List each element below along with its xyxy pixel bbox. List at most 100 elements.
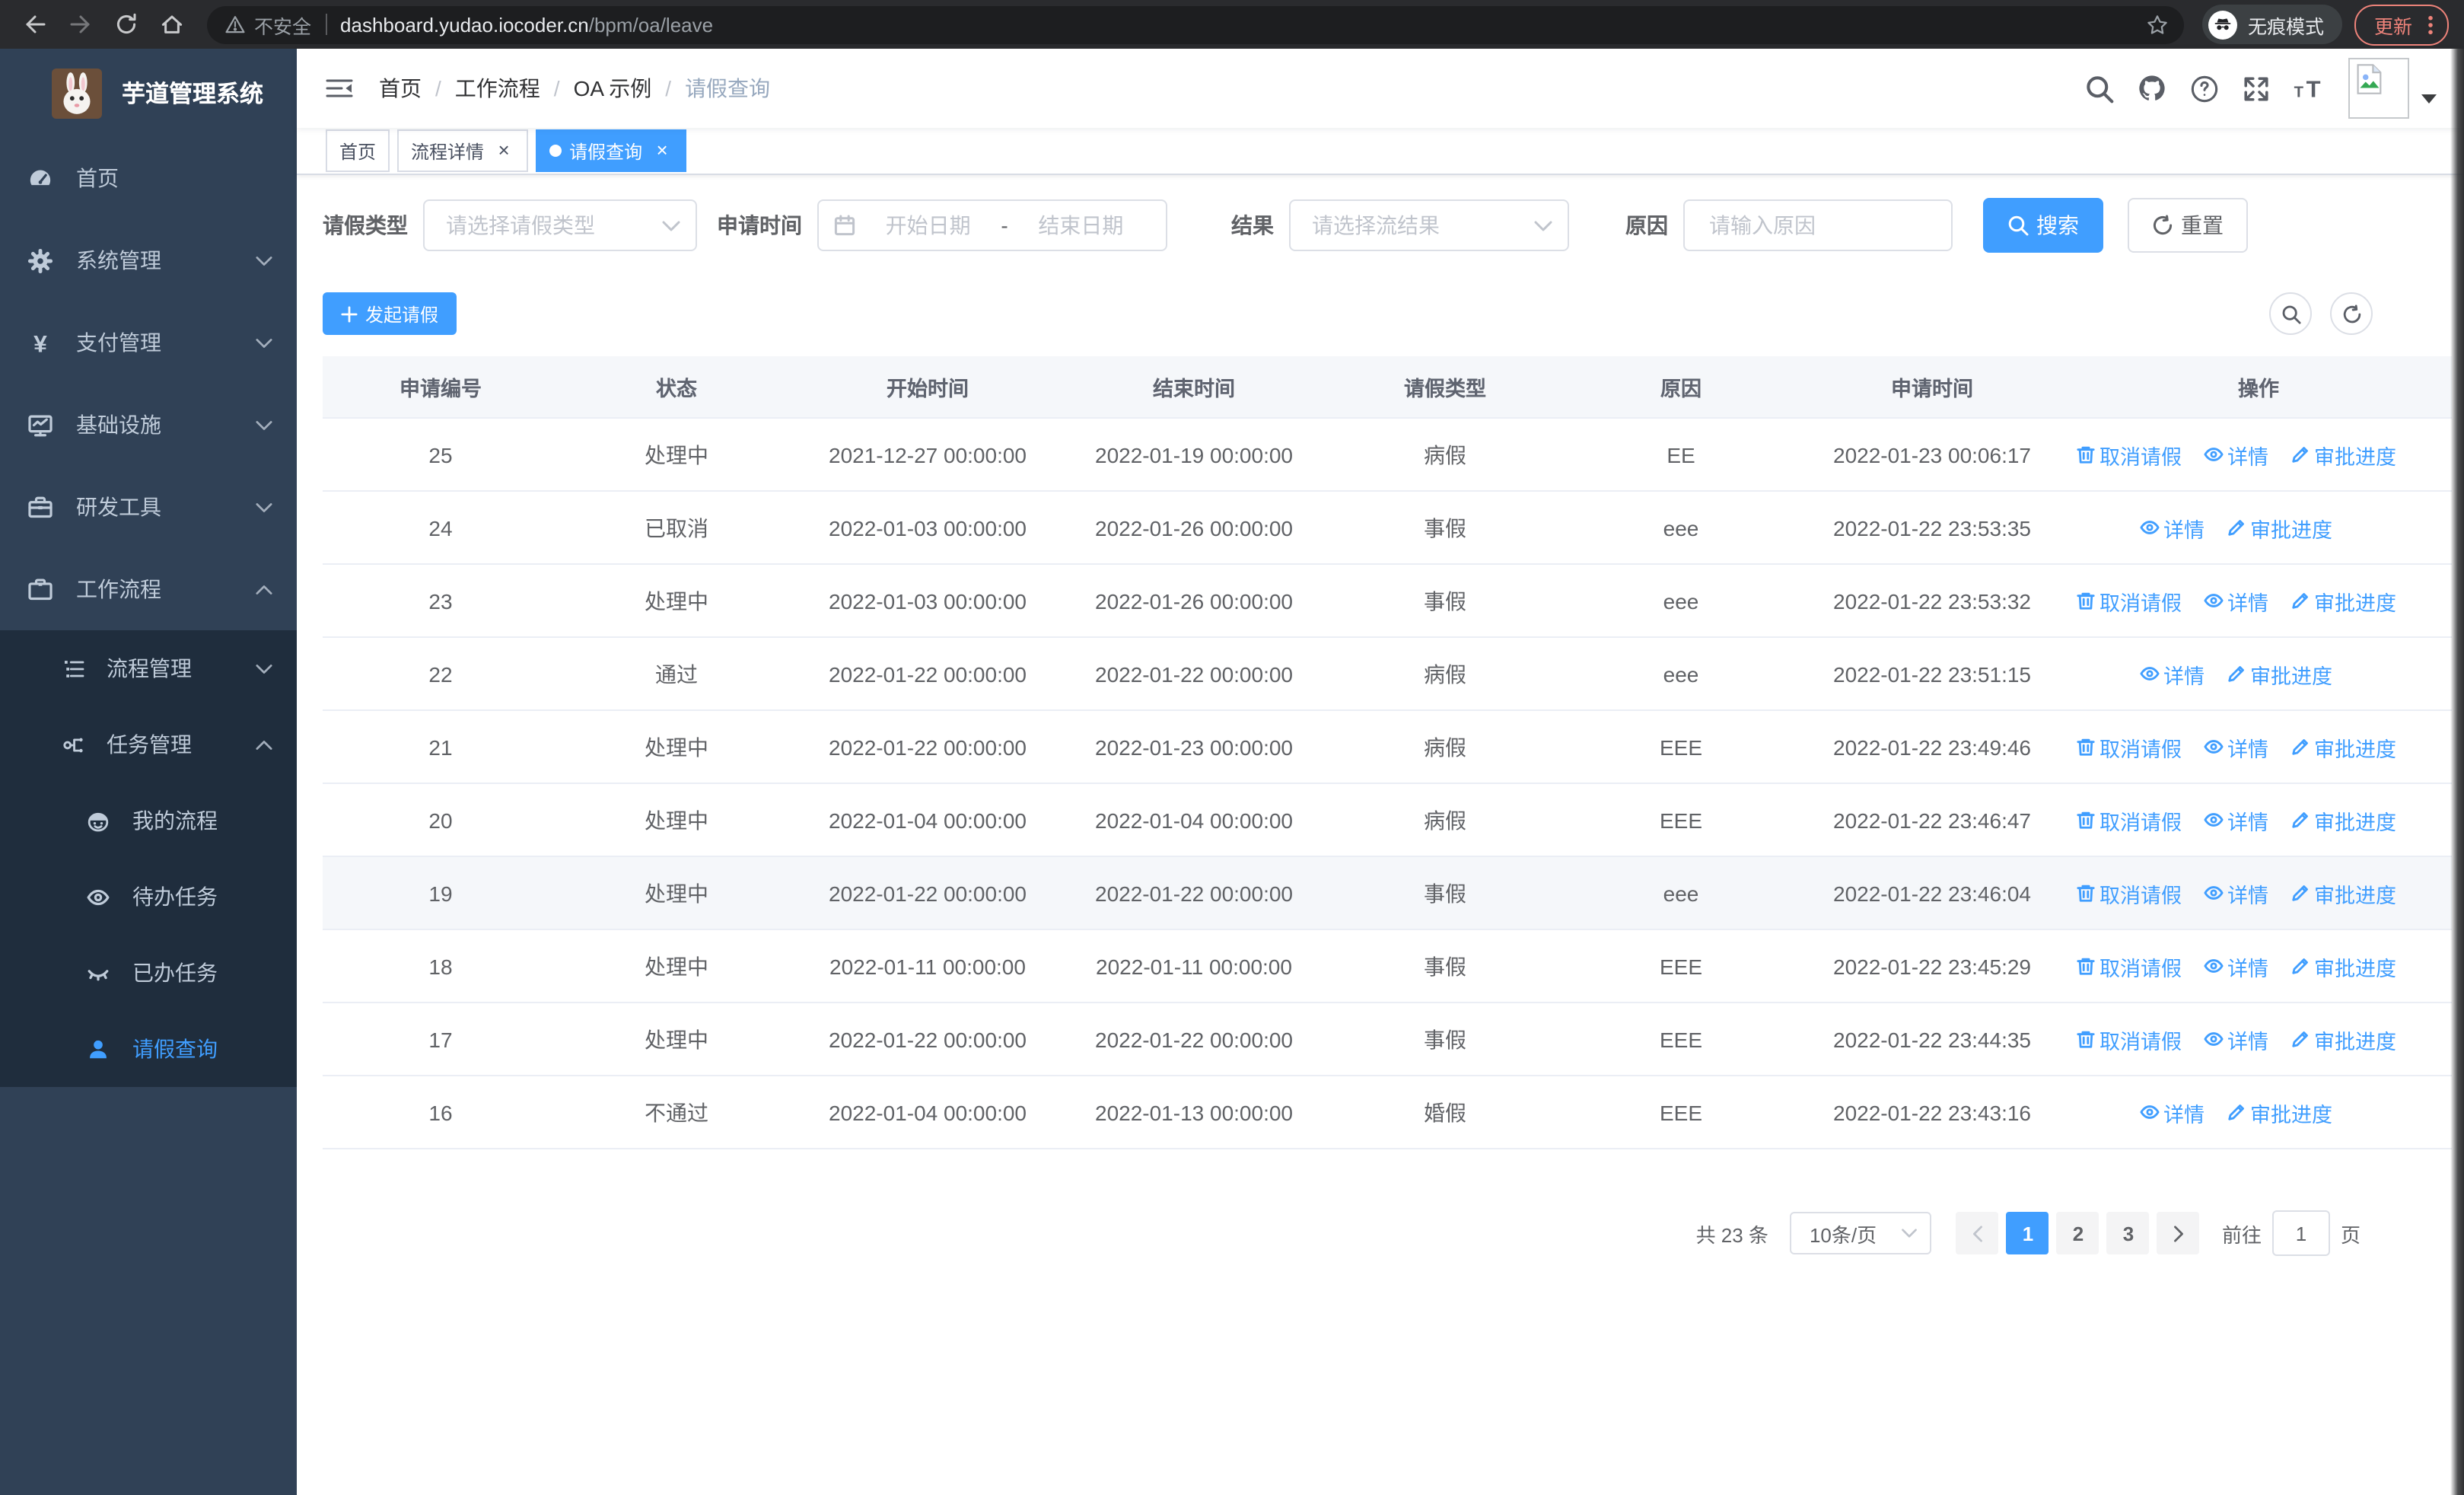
chevron-right-icon: [2173, 1225, 2184, 1242]
refresh-table-button[interactable]: [2330, 292, 2373, 335]
tab-process-detail[interactable]: 流程详情 ×: [397, 129, 529, 172]
cell-leave-type: 病假: [1424, 442, 1466, 467]
page-button[interactable]: 1: [2006, 1212, 2049, 1254]
search-button[interactable]: 搜索: [1983, 198, 2103, 253]
reason-input[interactable]: [1706, 212, 1930, 239]
incognito-badge[interactable]: 无痕模式: [2201, 5, 2342, 44]
tab-label: 流程详情: [411, 141, 485, 162]
search-icon[interactable]: [2085, 74, 2114, 103]
create-leave-button[interactable]: 发起请假: [323, 292, 457, 335]
chevron-down-icon: [256, 502, 272, 512]
sidebar-item-todo-tasks[interactable]: 待办任务: [0, 859, 297, 935]
page-button[interactable]: 3: [2106, 1212, 2150, 1254]
goto-page-input[interactable]: [2271, 1210, 2330, 1256]
cell-id: 25: [428, 442, 453, 467]
sidebar-item-task-management[interactable]: 任务管理: [0, 706, 297, 783]
bookmark-star-icon[interactable]: [2146, 13, 2169, 36]
font-size-icon[interactable]: TT: [2294, 76, 2327, 100]
breadcrumb-item[interactable]: 工作流程: [455, 73, 540, 104]
cancel-leave-link[interactable]: 取消请假: [2075, 732, 2182, 762]
detail-link[interactable]: 详情: [2203, 878, 2268, 908]
browser-home-button[interactable]: [152, 5, 192, 44]
apply-time-range-picker[interactable]: 开始日期 - 结束日期: [817, 199, 1167, 251]
detail-link[interactable]: 详情: [2139, 512, 2205, 543]
progress-link[interactable]: 审批进度: [2290, 732, 2396, 762]
close-icon[interactable]: ×: [651, 139, 673, 161]
breadcrumb-item[interactable]: 首页: [379, 73, 422, 104]
cell-start-time: 2022-01-22 00:00:00: [829, 1027, 1027, 1051]
cancel-leave-link[interactable]: 取消请假: [2075, 951, 2182, 981]
progress-link[interactable]: 审批进度: [2290, 805, 2396, 835]
progress-link[interactable]: 审批进度: [2290, 585, 2396, 616]
update-button[interactable]: 更新: [2354, 4, 2449, 45]
cell-actions: 取消请假 详情 审批进度: [2065, 930, 2452, 1002]
sidebar-item-leave-query[interactable]: 请假查询: [0, 1011, 297, 1087]
browser-back-button[interactable]: [15, 5, 55, 44]
cancel-leave-link[interactable]: 取消请假: [2075, 805, 2182, 835]
detail-link[interactable]: 详情: [2139, 1097, 2205, 1127]
detail-link[interactable]: 详情: [2203, 951, 2268, 981]
github-icon[interactable]: [2137, 73, 2167, 104]
table-row: 21 处理中 2022-01-22 00:00:00 2022-01-23 00:00…: [323, 711, 2452, 784]
result-select[interactable]: 请选择流结果: [1289, 199, 1569, 251]
fullscreen-icon[interactable]: [2242, 74, 2271, 103]
cancel-leave-link[interactable]: 取消请假: [2075, 1024, 2182, 1054]
progress-link[interactable]: 审批进度: [2226, 512, 2332, 543]
detail-link[interactable]: 详情: [2203, 805, 2268, 835]
cell-leave-type: 病假: [1424, 735, 1466, 759]
progress-link[interactable]: 审批进度: [2226, 1097, 2332, 1127]
progress-link[interactable]: 审批进度: [2290, 951, 2396, 981]
avatar[interactable]: [2348, 58, 2409, 119]
cell-leave-type: 病假: [1424, 661, 1466, 686]
edit-icon: [2290, 1029, 2310, 1049]
view-icon: [2203, 737, 2223, 757]
page-button[interactable]: 2: [2056, 1212, 2099, 1254]
browser-forward-button[interactable]: [61, 5, 100, 44]
sidebar-item-process-management[interactable]: 流程管理: [0, 630, 297, 706]
detail-link[interactable]: 详情: [2203, 732, 2268, 762]
sidebar-item-system[interactable]: 系统管理: [0, 219, 297, 301]
edit-icon: [2290, 445, 2310, 464]
progress-link[interactable]: 审批进度: [2290, 439, 2396, 470]
sidebar-item-workflow[interactable]: 工作流程: [0, 548, 297, 630]
detail-link[interactable]: 详情: [2203, 439, 2268, 470]
app-logo[interactable]: 芋道管理系统: [0, 49, 297, 137]
reset-button[interactable]: 重置: [2128, 198, 2248, 253]
detail-link[interactable]: 详情: [2203, 585, 2268, 616]
cancel-leave-link[interactable]: 取消请假: [2075, 439, 2182, 470]
tab-leave-query[interactable]: 请假查询 ×: [536, 129, 687, 172]
help-icon[interactable]: [2190, 74, 2219, 103]
tab-home[interactable]: 首页: [326, 129, 390, 172]
hamburger-icon[interactable]: [326, 78, 353, 99]
browser-reload-button[interactable]: [107, 5, 146, 44]
sidebar-item-label: 已办任务: [132, 961, 218, 985]
menu-dots-icon[interactable]: [2427, 14, 2434, 34]
prev-page-button[interactable]: [1956, 1212, 1999, 1254]
sidebar-item-done-tasks[interactable]: 已办任务: [0, 935, 297, 1011]
close-icon[interactable]: ×: [493, 139, 514, 161]
action-label: 审批进度: [2250, 518, 2332, 541]
view-icon: [2203, 445, 2223, 464]
sidebar-item-home[interactable]: 首页: [0, 137, 297, 219]
sidebar-item-payment[interactable]: ¥ 支付管理: [0, 301, 297, 384]
cancel-leave-link[interactable]: 取消请假: [2075, 585, 2182, 616]
sidebar-item-devtools[interactable]: 研发工具: [0, 466, 297, 548]
cancel-leave-link[interactable]: 取消请假: [2075, 878, 2182, 908]
progress-link[interactable]: 审批进度: [2290, 878, 2396, 908]
table-row: 23 处理中 2022-01-03 00:00:00 2022-01-26 00:00…: [323, 565, 2452, 638]
leave-type-select[interactable]: 请选择请假类型: [423, 199, 697, 251]
detail-link[interactable]: 详情: [2139, 658, 2205, 689]
breadcrumb-item[interactable]: OA 示例: [574, 73, 652, 104]
page-size-select[interactable]: 10条/页: [1789, 1212, 1931, 1254]
address-bar[interactable]: 不安全 dashboard.yudao.iocoder.cn/bpm/oa/le…: [207, 5, 2184, 43]
caret-down-icon[interactable]: [2421, 94, 2437, 104]
cell-id: 23: [428, 588, 453, 613]
progress-link[interactable]: 审批进度: [2226, 658, 2332, 689]
sidebar-item-infrastructure[interactable]: 基础设施: [0, 384, 297, 466]
next-page-button[interactable]: [2157, 1212, 2200, 1254]
detail-link[interactable]: 详情: [2203, 1024, 2268, 1054]
view-icon: [2203, 1029, 2223, 1049]
toggle-search-button[interactable]: [2269, 292, 2312, 335]
progress-link[interactable]: 审批进度: [2290, 1024, 2396, 1054]
sidebar-item-my-process[interactable]: 我的流程: [0, 783, 297, 859]
